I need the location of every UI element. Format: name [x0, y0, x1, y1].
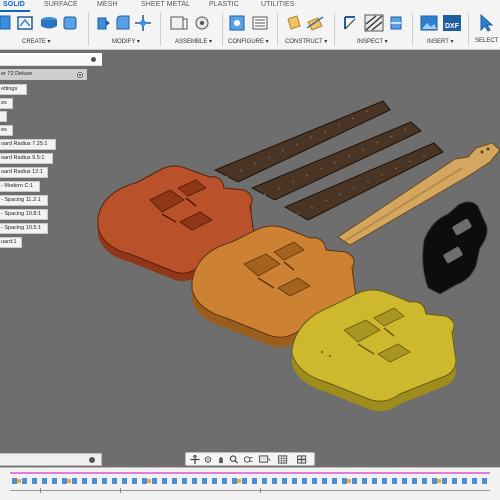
- zoom-icon[interactable]: [229, 455, 239, 464]
- offset-plane-icon[interactable]: [286, 14, 302, 32]
- axis-icon[interactable]: [306, 14, 324, 32]
- browser-item-label: - Spacing 10.5:1: [1, 225, 42, 231]
- timeline[interactable]: [0, 467, 500, 500]
- tab-sheet-metal[interactable]: SHEET METAL: [141, 1, 190, 8]
- toolbar-separator: [412, 13, 413, 46]
- browser-item-label: ettings: [1, 86, 18, 92]
- create-menu[interactable]: CREATE ▾: [22, 38, 51, 45]
- insert-menu[interactable]: INSERT ▾: [427, 38, 453, 45]
- timeline-features[interactable]: [8, 477, 492, 485]
- joint-icon[interactable]: [193, 14, 211, 32]
- browser-item-label: oard Radius 9.5:1: [1, 155, 45, 161]
- toolbar-separator: [160, 13, 161, 46]
- timeline-marker[interactable]: [40, 488, 41, 493]
- comments-add-icon[interactable]: [89, 457, 95, 463]
- browser-item-label: - Spacing 10.8:1: [1, 211, 42, 217]
- browser-item-label: oard Radius 12:1: [1, 169, 43, 175]
- new-component-icon[interactable]: [0, 14, 12, 32]
- tab-plastic[interactable]: PLASTIC: [209, 1, 239, 8]
- tab-utilities[interactable]: UTILITIES: [261, 1, 295, 8]
- select-cursor-icon[interactable]: [478, 14, 498, 32]
- timeline-scrubber[interactable]: [10, 490, 490, 491]
- browser-item[interactable]: [0, 111, 7, 122]
- select-menu[interactable]: SELECT: [475, 38, 498, 44]
- browser-item[interactable]: - Modern C:1: [0, 181, 40, 192]
- active-design-radio-icon[interactable]: [77, 72, 83, 78]
- browser-item[interactable]: - Spacing 10.8:1: [0, 209, 48, 220]
- navigation-bar: [185, 452, 315, 466]
- orbit-icon[interactable]: [190, 455, 200, 464]
- browser-item-label: es: [1, 100, 7, 106]
- tab-surface[interactable]: SURFACE: [44, 1, 78, 8]
- assemble-menu[interactable]: ASSEMBLE ▾: [175, 38, 212, 45]
- browser-item-label: - Modern C:1: [1, 183, 34, 189]
- press-pull-icon[interactable]: [95, 14, 111, 32]
- svg-text:DXF: DXF: [445, 23, 460, 30]
- browser-item-label: oard Radius 7.25:1: [1, 141, 48, 147]
- move-icon[interactable]: [135, 14, 151, 32]
- toolbar: SOLID SURFACE MESH SHEET METAL PLASTIC U…: [0, 0, 500, 50]
- pickguard[interactable]: [422, 201, 488, 295]
- configure-rules-icon[interactable]: [251, 14, 269, 32]
- browser-item-label: uard:1: [1, 239, 17, 245]
- active-tab-indicator: [0, 10, 30, 12]
- construct-menu[interactable]: CONSTRUCT ▾: [285, 38, 327, 45]
- inspect-menu[interactable]: INSPECT ▾: [357, 38, 388, 45]
- toolbar-separator: [334, 13, 335, 46]
- tab-solid[interactable]: SOLID: [3, 1, 25, 8]
- browser-item-label: es: [1, 127, 7, 133]
- revolve-icon[interactable]: [62, 14, 78, 32]
- browser-header: [0, 53, 102, 66]
- comments-panel[interactable]: [0, 453, 102, 466]
- modify-menu[interactable]: MODIFY ▾: [112, 38, 140, 45]
- new-component-assemble-icon[interactable]: [170, 14, 188, 32]
- browser-options-icon[interactable]: [91, 56, 96, 62]
- browser-item[interactable]: uard:1: [0, 237, 22, 248]
- browser-root[interactable]: er 72 Deluxe: [0, 69, 87, 80]
- browser-item[interactable]: - Spacing 11.2:1: [0, 195, 48, 206]
- create-sketch-icon[interactable]: [16, 14, 34, 32]
- extrude-icon[interactable]: [39, 14, 59, 32]
- zebra-analysis-icon[interactable]: [364, 14, 384, 32]
- fillet-icon[interactable]: [115, 14, 131, 32]
- timeline-track: [10, 472, 490, 474]
- browser-root-label: er 72 Deluxe: [1, 71, 33, 77]
- browser-item[interactable]: es: [0, 98, 13, 109]
- toolbar-separator: [88, 13, 89, 46]
- look-at-icon[interactable]: [203, 455, 213, 464]
- configure-table-icon[interactable]: [229, 14, 247, 32]
- viewports-icon[interactable]: [296, 455, 310, 464]
- section-analysis-icon[interactable]: [389, 14, 403, 32]
- pan-icon[interactable]: [216, 455, 226, 464]
- tab-mesh[interactable]: MESH: [97, 1, 118, 8]
- browser-item[interactable]: oard Radius 7.25:1: [0, 139, 56, 150]
- browser-item[interactable]: es: [0, 125, 13, 136]
- grid-settings-icon[interactable]: [277, 455, 291, 464]
- browser-item[interactable]: ettings: [0, 84, 27, 95]
- browser-item[interactable]: oard Radius 12:1: [0, 167, 48, 178]
- browser-item[interactable]: - Spacing 10.5:1: [0, 223, 48, 234]
- insert-dxf-icon[interactable]: DXF: [442, 14, 462, 32]
- timeline-marker[interactable]: [120, 488, 121, 493]
- display-settings-icon[interactable]: [258, 455, 272, 464]
- insert-image-icon[interactable]: [420, 14, 438, 32]
- configure-menu[interactable]: CONFIGURE ▾: [228, 38, 269, 45]
- toolbar-separator: [222, 13, 223, 46]
- fit-view-icon[interactable]: [242, 455, 254, 464]
- browser-item[interactable]: oard Radius 9.5:1: [0, 153, 53, 164]
- timeline-marker[interactable]: [260, 488, 261, 493]
- toolbar-separator: [468, 13, 469, 46]
- toolbar-separator: [277, 13, 278, 46]
- browser-item-label: - Spacing 11.2:1: [1, 197, 41, 203]
- measure-icon[interactable]: [342, 14, 358, 32]
- 3d-viewport[interactable]: [0, 50, 500, 465]
